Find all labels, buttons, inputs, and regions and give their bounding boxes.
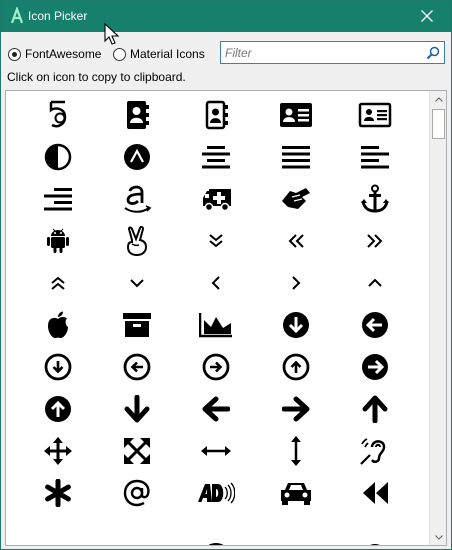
scroll-down-icon (434, 534, 443, 540)
hint-text: Click on icon to copy to clipboard. (7, 70, 186, 84)
scroll-down-button[interactable] (431, 530, 446, 544)
align-right-icon[interactable] (28, 178, 88, 220)
angle-double-left-icon[interactable] (266, 220, 326, 262)
audio-description-icon[interactable] (186, 472, 246, 514)
angle-left-icon[interactable] (186, 262, 246, 304)
scroll-up-button[interactable] (431, 92, 446, 106)
filter-input[interactable] (225, 45, 415, 60)
arrows-v-icon[interactable] (266, 430, 326, 472)
icon-picker-window: Icon Picker FontAwesome Material Icons C… (0, 0, 452, 550)
radio-dot[interactable] (113, 47, 126, 61)
arrow-circle-o-left-icon[interactable] (107, 346, 167, 388)
search-icon[interactable] (426, 46, 440, 60)
500px-icon[interactable] (28, 94, 88, 136)
mouse-cursor-icon (104, 23, 120, 45)
at-icon[interactable] (107, 472, 167, 514)
window-title: Icon Picker (28, 9, 88, 23)
asterisk-icon[interactable] (28, 472, 88, 514)
close-icon (421, 10, 433, 22)
apple-icon[interactable] (28, 304, 88, 346)
arrows-alt-icon[interactable] (107, 430, 167, 472)
android-icon[interactable] (28, 220, 88, 262)
icon-grid-panel (5, 90, 447, 546)
arrow-circle-o-up-icon[interactable] (266, 346, 326, 388)
align-center-icon[interactable] (186, 136, 246, 178)
arrow-circle-up-icon[interactable] (28, 388, 88, 430)
radio-label: Material Icons (130, 47, 205, 61)
icon-partial[interactable] (28, 514, 88, 545)
area-chart-icon[interactable] (186, 304, 246, 346)
assistive-listening-icon[interactable] (345, 430, 405, 472)
adjust-icon[interactable] (28, 136, 88, 178)
filter-box[interactable] (220, 41, 445, 64)
backward-icon[interactable] (345, 472, 405, 514)
arrow-up-icon[interactable] (345, 388, 405, 430)
arrow-circle-o-down-icon[interactable] (28, 346, 88, 388)
angle-double-down-icon[interactable] (186, 220, 246, 262)
arrow-left-icon[interactable] (186, 388, 246, 430)
angle-right-icon[interactable] (266, 262, 326, 304)
close-button[interactable] (405, 1, 451, 32)
arrow-right-icon[interactable] (266, 388, 326, 430)
amazon-icon[interactable] (107, 178, 167, 220)
address-book-icon[interactable] (107, 94, 167, 136)
affiliatetheme-icon[interactable] (107, 136, 167, 178)
arrow-circle-o-right-icon[interactable] (186, 346, 246, 388)
toolbar: FontAwesome Material Icons Click on icon… (1, 32, 451, 90)
angle-up-icon[interactable] (345, 262, 405, 304)
archive-icon[interactable] (107, 304, 167, 346)
scroll-thumb[interactable] (432, 109, 445, 139)
align-justify-icon[interactable] (266, 136, 326, 178)
vertical-scrollbar[interactable] (429, 91, 446, 545)
arrow-down-icon[interactable] (107, 388, 167, 430)
app-logo-a-icon (10, 7, 24, 24)
icon-partial[interactable] (186, 514, 246, 545)
address-card-alt-icon[interactable] (345, 94, 405, 136)
arrow-circle-down-icon[interactable] (266, 304, 326, 346)
arrow-circle-right-icon[interactable] (345, 346, 405, 388)
anchor-icon[interactable] (345, 178, 405, 220)
radio-label: FontAwesome (25, 47, 102, 61)
angle-double-right-icon[interactable] (345, 220, 405, 262)
arrows-h-icon[interactable] (186, 430, 246, 472)
american-sign-language-icon[interactable] (266, 178, 326, 220)
arrows-icon[interactable] (28, 430, 88, 472)
icon-partial[interactable] (345, 514, 405, 545)
align-left-icon[interactable] (345, 136, 405, 178)
icon-grid (6, 91, 430, 545)
radio-dot-selected[interactable] (8, 47, 21, 61)
address-card-icon[interactable] (266, 94, 326, 136)
angellist-icon[interactable] (107, 220, 167, 262)
angle-down-icon[interactable] (107, 262, 167, 304)
address-book-alt-icon[interactable] (186, 94, 246, 136)
radio-material-icons[interactable]: Material Icons (113, 46, 205, 62)
arrow-circle-left-icon[interactable] (345, 304, 405, 346)
scroll-up-icon (434, 96, 443, 102)
automobile-icon[interactable] (266, 472, 326, 514)
ambulance-icon[interactable] (186, 178, 246, 220)
radio-fontawesome[interactable]: FontAwesome (8, 46, 101, 62)
title-bar[interactable]: Icon Picker (1, 1, 451, 32)
angle-double-up-icon[interactable] (28, 262, 88, 304)
